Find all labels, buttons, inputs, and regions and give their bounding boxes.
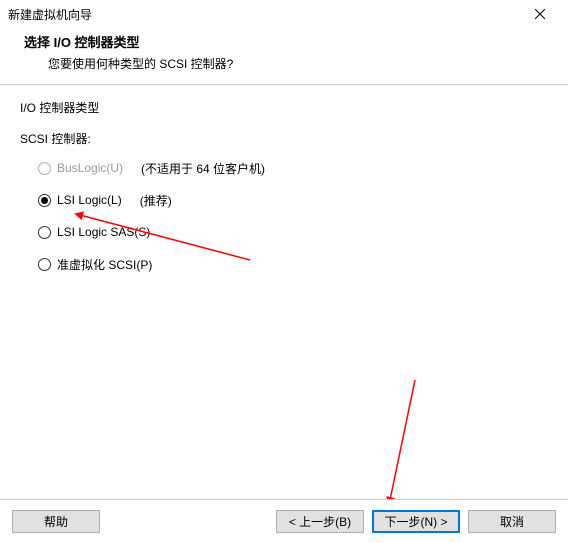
radio-note: (推荐)	[140, 192, 172, 209]
radio-label: LSI Logic(L)	[57, 193, 122, 207]
scsi-controller-label: SCSI 控制器:	[20, 130, 548, 147]
window-title: 新建虚拟机向导	[8, 6, 92, 23]
radio-note: (不适用于 64 位客户机)	[141, 160, 265, 177]
cancel-button[interactable]: 取消	[468, 510, 556, 533]
annotation-arrow	[370, 370, 430, 510]
back-button[interactable]: < 上一步(B)	[276, 510, 364, 533]
radio-option-lsi-logic-sas[interactable]: LSI Logic SAS(S)	[38, 223, 548, 241]
radio-label: BusLogic(U)	[57, 161, 123, 175]
radio-icon	[38, 226, 51, 239]
radio-option-lsi-logic[interactable]: LSI Logic(L) (推荐)	[38, 191, 548, 209]
radio-option-buslogic: BusLogic(U) (不适用于 64 位客户机)	[38, 159, 548, 177]
next-button[interactable]: 下一步(N) >	[372, 510, 460, 533]
radio-icon	[38, 162, 51, 175]
close-icon	[535, 9, 545, 19]
close-button[interactable]	[520, 0, 560, 28]
radio-label: LSI Logic SAS(S)	[57, 225, 150, 239]
radio-option-paravirtual-scsi[interactable]: 准虚拟化 SCSI(P)	[38, 255, 548, 273]
page-title: 选择 I/O 控制器类型	[24, 32, 568, 51]
radio-icon	[38, 194, 51, 207]
group-title: I/O 控制器类型	[20, 99, 548, 116]
radio-icon	[38, 258, 51, 271]
help-button[interactable]: 帮助	[12, 510, 100, 533]
page-subtitle: 您要使用何种类型的 SCSI 控制器?	[24, 55, 568, 72]
radio-label: 准虚拟化 SCSI(P)	[57, 256, 152, 273]
